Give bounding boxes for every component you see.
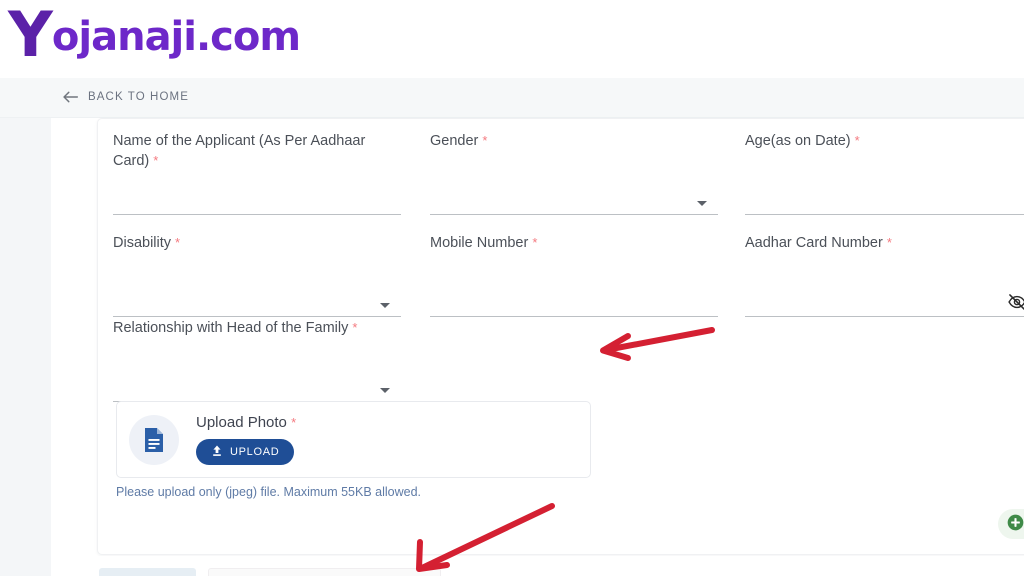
logo-band: Yojanaji.com <box>0 0 1024 78</box>
field-aadhar-card-number[interactable]: Aadhar Card Number * <box>745 233 1024 317</box>
field-label: Name of the Applicant (As Per Aadhaar Ca… <box>113 133 366 169</box>
required-marker: * <box>175 235 181 250</box>
field-disability[interactable]: Disability * <box>113 233 401 317</box>
required-marker: * <box>352 320 358 335</box>
add-button[interactable]: Add <box>998 509 1024 539</box>
bottom-partial-panel <box>208 568 441 576</box>
required-marker: * <box>854 133 860 148</box>
input-underline <box>430 316 718 317</box>
chevron-down-icon[interactable] <box>380 388 390 393</box>
chevron-down-icon[interactable] <box>697 201 707 206</box>
required-marker: * <box>532 235 538 250</box>
field-mobile-number[interactable]: Mobile Number * <box>430 233 718 317</box>
upload-photo-label: Upload Photo * <box>196 414 297 431</box>
field-label: Aadhar Card Number * <box>745 235 892 251</box>
field-applicant-name[interactable]: Name of the Applicant (As Per Aadhaar Ca… <box>113 131 401 215</box>
upload-button-label: UPLOAD <box>230 446 280 458</box>
site-logo: Yojanaji.com <box>8 4 301 66</box>
upload-photo-box: Upload Photo * UPLOAD <box>116 401 591 478</box>
required-marker: * <box>482 133 488 148</box>
input-underline <box>745 316 1024 317</box>
chevron-down-icon[interactable] <box>380 303 390 308</box>
document-icon <box>129 414 179 465</box>
required-marker: * <box>153 153 159 168</box>
field-age[interactable]: Age(as on Date) * <box>745 131 1024 215</box>
logo-text: ojanaji.com <box>51 14 301 60</box>
field-label: Relationship with Head of the Family * <box>113 320 358 336</box>
upload-note: Please upload only (jpeg) file. Maximum … <box>116 485 422 499</box>
field-label: Mobile Number * <box>430 235 538 251</box>
back-to-home-label: BACK TO HOME <box>88 91 189 103</box>
input-underline <box>430 214 718 215</box>
plus-circle-icon <box>1007 514 1024 534</box>
input-underline <box>113 316 401 317</box>
required-marker: * <box>886 235 892 250</box>
input-underline <box>745 214 1024 215</box>
application-form-card: Name of the Applicant (As Per Aadhaar Ca… <box>97 118 1024 555</box>
field-label: Gender * <box>430 133 488 149</box>
upload-content: Upload Photo * UPLOAD <box>196 414 296 465</box>
field-label: Disability * <box>113 235 181 251</box>
required-marker: * <box>291 415 297 430</box>
field-label: Age(as on Date) * <box>745 133 860 149</box>
form-fields-grid: Name of the Applicant (As Per Aadhaar Ca… <box>98 119 1024 402</box>
bottom-partial-row <box>51 556 1024 576</box>
upload-button[interactable]: UPLOAD <box>196 439 295 465</box>
upload-icon <box>211 444 223 460</box>
field-gender[interactable]: Gender * <box>430 131 718 215</box>
input-underline <box>113 214 401 215</box>
arrow-left-icon <box>62 90 79 104</box>
field-relationship-head-of-family[interactable]: Relationship with Head of the Family * <box>113 318 401 402</box>
logo-initial: Y <box>8 0 53 71</box>
bottom-partial-tab <box>99 568 196 576</box>
back-to-home-button[interactable]: BACK TO HOME <box>62 88 189 106</box>
